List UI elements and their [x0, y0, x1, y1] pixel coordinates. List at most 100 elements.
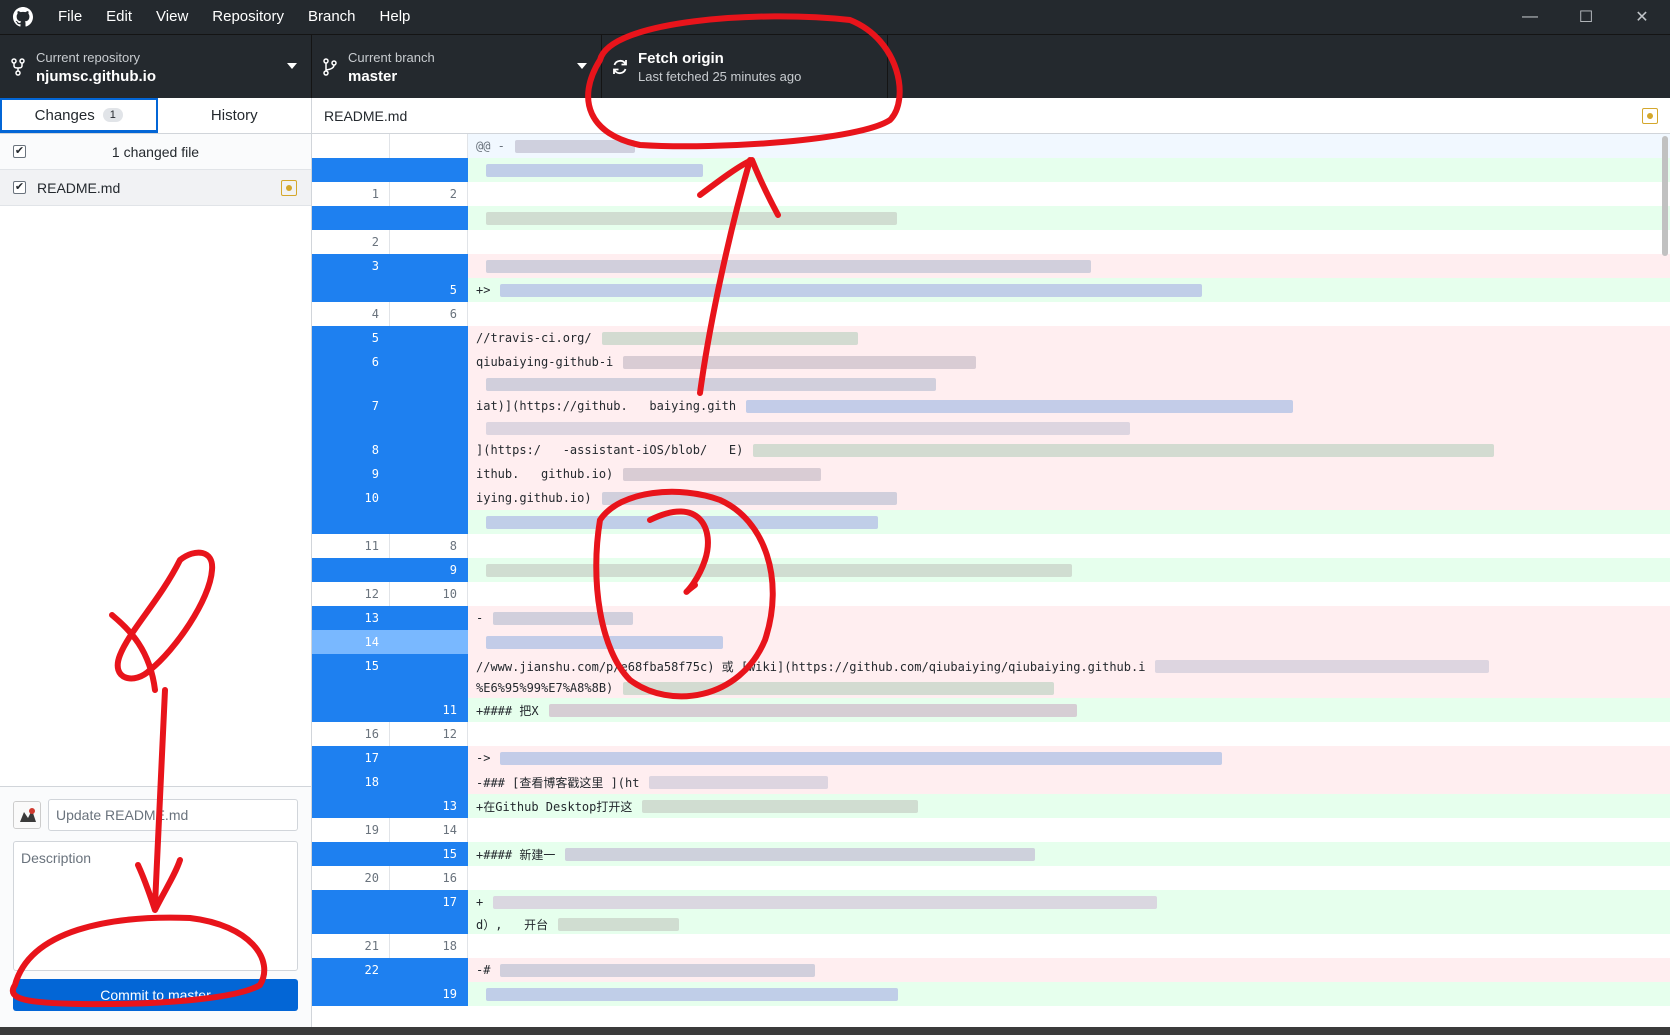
diff-line[interactable]: 22 -#	[312, 958, 1670, 982]
old-line-number[interactable]	[312, 982, 390, 1006]
new-line-number[interactable]	[390, 630, 468, 654]
old-line-number[interactable]	[312, 278, 390, 302]
diff-line[interactable]: 15 +#### 新建一	[312, 842, 1670, 866]
new-line-number[interactable]	[390, 770, 468, 794]
diff-line[interactable]: 8](https:/ -assistant-iOS/blob/ E)	[312, 438, 1670, 462]
current-branch-button[interactable]: Current branch master	[312, 35, 602, 99]
diff-line[interactable]	[312, 206, 1670, 230]
diff-line[interactable]: 7 iat)](https://github. baiying.gith	[312, 394, 1670, 418]
new-line-number[interactable]	[390, 254, 468, 278]
new-line-number[interactable]: 11	[390, 698, 468, 722]
diff-line[interactable]	[312, 158, 1670, 182]
old-line-number[interactable]: 6	[312, 350, 390, 374]
new-line-number[interactable]: 9	[390, 558, 468, 582]
diff-line[interactable]: 46	[312, 302, 1670, 326]
old-line-number[interactable]	[312, 206, 390, 230]
old-line-number[interactable]	[312, 698, 390, 722]
new-line-number[interactable]: 12	[390, 722, 468, 746]
diff-line[interactable]: %E6%95%99%E7%A8%8B)	[312, 678, 1670, 698]
scrollbar[interactable]	[1662, 136, 1668, 256]
diff-line[interactable]: @@ -	[312, 134, 1670, 158]
close-button[interactable]: ✕	[1614, 0, 1670, 34]
old-line-number[interactable]: 5	[312, 326, 390, 350]
old-line-number[interactable]: 10	[312, 486, 390, 510]
diff-line[interactable]: 13 -	[312, 606, 1670, 630]
diff-line[interactable]: 10 iying.github.io)	[312, 486, 1670, 510]
new-line-number[interactable]	[390, 206, 468, 230]
new-line-number[interactable]	[390, 462, 468, 486]
fetch-origin-button[interactable]: Fetch origin Last fetched 25 minutes ago	[602, 35, 888, 99]
menu-branch[interactable]: Branch	[296, 0, 368, 34]
old-line-number[interactable]: 7	[312, 394, 390, 418]
old-line-number[interactable]	[312, 158, 390, 182]
menu-view[interactable]: View	[144, 0, 200, 34]
menu-edit[interactable]: Edit	[94, 0, 144, 34]
tab-changes[interactable]: Changes 1	[0, 98, 158, 133]
old-line-number[interactable]	[312, 678, 390, 698]
select-all-checkbox[interactable]: ✔	[13, 145, 26, 158]
menu-repository[interactable]: Repository	[200, 0, 296, 34]
diff-view[interactable]: @@ -1 2 2 3 5 +> 4 6 5//travis-ci.org/6 qiubaiyin…	[312, 134, 1670, 1035]
new-line-number[interactable]	[390, 350, 468, 374]
old-line-number[interactable]	[312, 510, 390, 534]
new-line-number[interactable]	[390, 326, 468, 350]
old-line-number[interactable]: 12	[312, 582, 390, 606]
menu-file[interactable]: File	[46, 0, 94, 34]
new-line-number[interactable]: 17	[390, 890, 468, 914]
diff-line[interactable]: 12 10	[312, 582, 1670, 606]
old-line-number[interactable]: 1	[312, 182, 390, 206]
new-line-number[interactable]: 13	[390, 794, 468, 818]
new-line-number[interactable]	[390, 134, 468, 158]
minimize-button[interactable]: —	[1502, 0, 1558, 34]
new-line-number[interactable]: 6	[390, 302, 468, 326]
maximize-button[interactable]: ☐	[1558, 0, 1614, 34]
new-line-number[interactable]	[390, 746, 468, 770]
new-line-number[interactable]	[390, 230, 468, 254]
diff-line[interactable]: 9 ithub. github.io)	[312, 462, 1670, 486]
old-line-number[interactable]	[312, 134, 390, 158]
old-line-number[interactable]	[312, 418, 390, 438]
diff-line[interactable]: 13 +在Github Desktop打开这	[312, 794, 1670, 818]
diff-line[interactable]: 15 //www.jianshu.com/p/e68fba58f75c) 或 [w…	[312, 654, 1670, 678]
old-line-number[interactable]: 8	[312, 438, 390, 462]
new-line-number[interactable]	[390, 418, 468, 438]
new-line-number[interactable]	[390, 158, 468, 182]
old-line-number[interactable]: 18	[312, 770, 390, 794]
old-line-number[interactable]	[312, 842, 390, 866]
new-line-number[interactable]: 19	[390, 982, 468, 1006]
diff-line[interactable]: 19 14	[312, 818, 1670, 842]
diff-line[interactable]: 9	[312, 558, 1670, 582]
new-line-number[interactable]: 18	[390, 934, 468, 958]
diff-line[interactable]: 17 +	[312, 890, 1670, 914]
diff-line[interactable]: 19	[312, 982, 1670, 1006]
diff-line[interactable]: 16 12	[312, 722, 1670, 746]
diff-line[interactable]: 12	[312, 182, 1670, 206]
old-line-number[interactable]: 19	[312, 818, 390, 842]
old-line-number[interactable]	[312, 558, 390, 582]
old-line-number[interactable]: 15	[312, 654, 390, 678]
diff-line[interactable]: 5 +>	[312, 278, 1670, 302]
tab-history[interactable]: History	[158, 98, 312, 133]
old-line-number[interactable]: 16	[312, 722, 390, 746]
old-line-number[interactable]: 11	[312, 534, 390, 558]
diff-line[interactable]: 5 //travis-ci.org/	[312, 326, 1670, 350]
diff-line[interactable]	[312, 510, 1670, 534]
new-line-number[interactable]: 2	[390, 182, 468, 206]
old-line-number[interactable]: 3	[312, 254, 390, 278]
new-line-number[interactable]: 10	[390, 582, 468, 606]
old-line-number[interactable]: 20	[312, 866, 390, 890]
new-line-number[interactable]	[390, 438, 468, 462]
new-line-number[interactable]	[390, 394, 468, 418]
diff-line[interactable]: d）, 开台	[312, 914, 1670, 934]
commit-summary-input[interactable]	[48, 799, 298, 831]
file-checkbox[interactable]: ✔	[13, 181, 26, 194]
diff-line[interactable]: 11 +#### 把X	[312, 698, 1670, 722]
new-line-number[interactable]: 14	[390, 818, 468, 842]
diff-line[interactable]: 21 18	[312, 934, 1670, 958]
old-line-number[interactable]	[312, 794, 390, 818]
diff-line[interactable]: 3	[312, 254, 1670, 278]
new-line-number[interactable]	[390, 914, 468, 934]
old-line-number[interactable]: 17	[312, 746, 390, 770]
diff-line[interactable]: 14	[312, 630, 1670, 654]
diff-line[interactable]	[312, 418, 1670, 438]
